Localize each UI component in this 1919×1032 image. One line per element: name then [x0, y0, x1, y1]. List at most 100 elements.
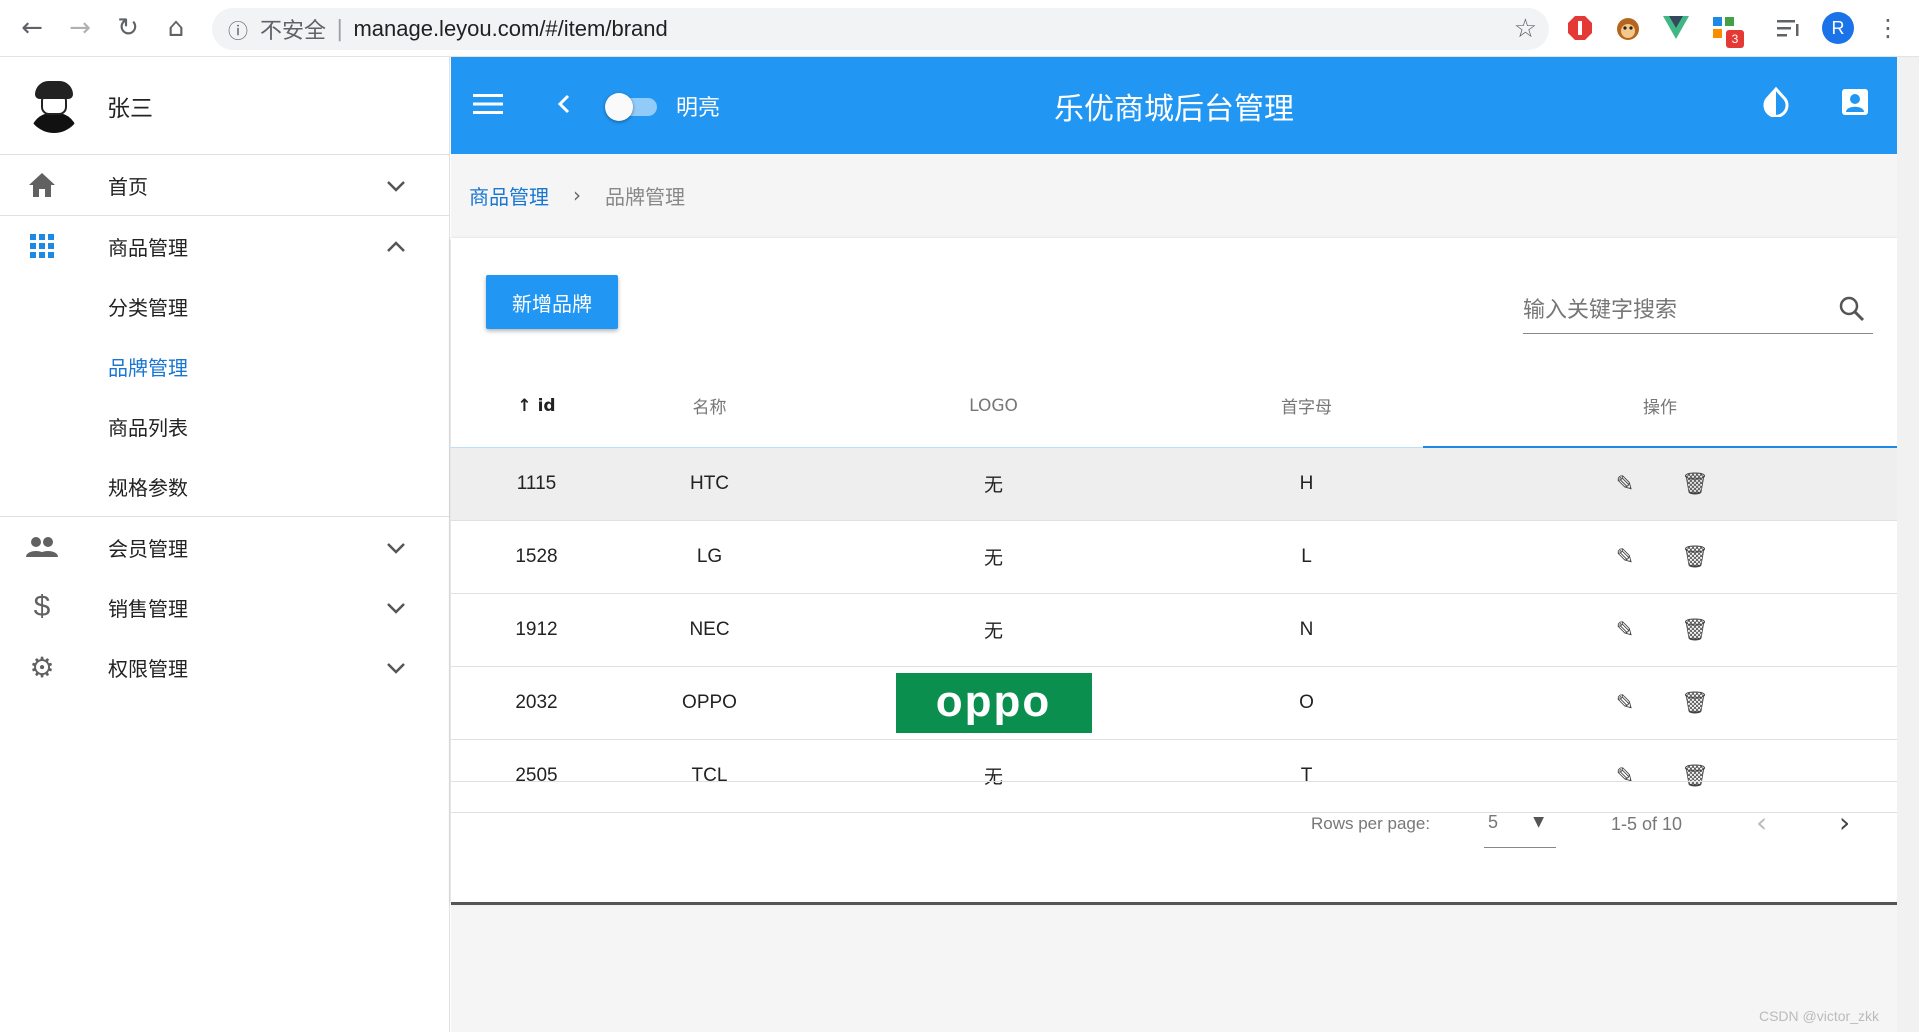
- brand-table: ↑ id 名称 LOGO 首字母 操作 1115 HTC 无 H ✎ 🗑 152…: [451, 365, 1897, 813]
- cell-letter: H: [1299, 472, 1314, 494]
- gear-icon: ⚙: [29, 650, 55, 684]
- cell-id: 1528: [515, 545, 558, 567]
- user-name: 张三: [107, 95, 153, 122]
- oppo-logo-image: oppo: [895, 672, 1092, 733]
- more-menu-icon[interactable]: ⋮: [1872, 12, 1904, 44]
- column-header-id[interactable]: ↑ id: [451, 365, 622, 448]
- add-brand-button[interactable]: 新增品牌: [486, 275, 618, 329]
- sidebar-item-sales[interactable]: $ 销售管理: [0, 577, 449, 637]
- breadcrumb-parent-link[interactable]: 商品管理: [469, 181, 549, 210]
- hamburger-menu-icon[interactable]: [473, 88, 503, 123]
- monkey-extension-icon[interactable]: [1612, 12, 1644, 44]
- card-bottom-border: [451, 902, 1897, 905]
- sidebar-subitem-spec-params[interactable]: 规格参数: [0, 456, 449, 516]
- app-bar: 明亮 乐优商城后台管理: [451, 57, 1897, 154]
- bookmark-star-icon[interactable]: ☆: [1514, 14, 1537, 44]
- chevron-up-icon[interactable]: [371, 234, 421, 258]
- cell-logo: 无: [983, 547, 1003, 569]
- scrollbar[interactable]: [1897, 57, 1919, 1032]
- next-page-icon[interactable]: ›: [1839, 806, 1850, 839]
- delete-trash-icon[interactable]: 🗑: [1660, 617, 1730, 643]
- delete-trash-icon[interactable]: 🗑: [1660, 544, 1730, 570]
- extension-badge: 3: [1726, 30, 1744, 48]
- profile-avatar[interactable]: R: [1822, 12, 1854, 44]
- brand-table-card: 新增品牌 ↑ id 名称 LOGO 首字母 操作: [451, 238, 1897, 905]
- column-header-logo[interactable]: LOGO: [797, 365, 1190, 448]
- rows-per-page-select[interactable]: 5 ▼: [1484, 802, 1556, 848]
- watermark-text: CSDN @victor_zkk: [1758, 1008, 1879, 1024]
- adblock-extension-icon[interactable]: [1564, 12, 1596, 44]
- edit-pencil-icon[interactable]: ✎: [1590, 617, 1660, 643]
- breadcrumb-current: 品牌管理: [605, 184, 685, 209]
- sidebar-item-label: 销售管理: [108, 596, 188, 621]
- breadcrumb: 商品管理 › 品牌管理: [451, 154, 1897, 236]
- theme-toggle[interactable]: [605, 93, 657, 121]
- edit-pencil-icon[interactable]: ✎: [1590, 471, 1660, 497]
- chevron-down-icon[interactable]: [371, 173, 421, 197]
- sidebar-item-permissions[interactable]: ⚙ 权限管理: [0, 637, 449, 697]
- cell-actions: ✎ 🗑: [1423, 593, 1897, 666]
- search-field: [1523, 290, 1873, 334]
- home-icon: [0, 171, 84, 199]
- table-row: 1528 LG 无 L ✎ 🗑: [451, 520, 1897, 593]
- cell-letter: L: [1301, 545, 1312, 567]
- edit-pencil-icon[interactable]: ✎: [1590, 690, 1660, 716]
- rows-per-page-value: 5: [1488, 812, 1499, 832]
- account-box-icon[interactable]: [1841, 88, 1869, 123]
- url-text[interactable]: manage.leyou.com/#/item/brand: [353, 16, 667, 42]
- cell-name: OPPO: [682, 691, 737, 713]
- chevron-down-icon[interactable]: [371, 535, 421, 559]
- cell-actions: ✎ 🗑: [1423, 520, 1897, 593]
- table-header-row: ↑ id 名称 LOGO 首字母 操作: [451, 365, 1897, 448]
- chevron-down-icon[interactable]: [371, 595, 421, 619]
- sidebar-subitem-brand[interactable]: 品牌管理: [0, 336, 449, 396]
- chevron-down-icon[interactable]: [371, 655, 421, 679]
- search-icon[interactable]: [1839, 296, 1865, 329]
- cell-name: NEC: [689, 618, 730, 640]
- cell-name: LG: [696, 545, 723, 567]
- cell-id: 1115: [516, 472, 557, 494]
- reading-list-icon[interactable]: [1772, 12, 1804, 44]
- cell-id: 2032: [515, 691, 558, 713]
- column-header-label: id: [537, 395, 556, 416]
- delete-trash-icon[interactable]: 🗑: [1660, 690, 1730, 716]
- sidebar-item-products[interactable]: 商品管理: [0, 216, 449, 276]
- apps-extension-icon[interactable]: 3: [1708, 12, 1744, 48]
- info-icon[interactable]: ⓘ: [216, 15, 260, 44]
- sidebar-item-label: 会员管理: [108, 536, 188, 561]
- apps-grid-icon: [0, 234, 84, 258]
- search-input[interactable]: [1523, 290, 1823, 330]
- cell-letter: O: [1299, 691, 1314, 713]
- vue-devtools-icon[interactable]: [1660, 12, 1692, 44]
- forward-arrow-icon[interactable]: →: [56, 4, 104, 52]
- sidebar-subitem-category[interactable]: 分类管理: [0, 276, 449, 336]
- app-title: 乐优商城后台管理: [1054, 91, 1294, 127]
- avatar: [27, 78, 81, 133]
- dollar-icon: $: [33, 590, 51, 623]
- reload-icon[interactable]: ↻: [104, 4, 152, 52]
- sidebar-subitem-product-list[interactable]: 商品列表: [0, 396, 449, 456]
- cell-logo: 无: [983, 474, 1003, 496]
- prev-page-icon[interactable]: ‹: [1756, 806, 1767, 839]
- sidebar-item-members[interactable]: 会员管理: [0, 517, 449, 577]
- column-header-letter[interactable]: 首字母: [1190, 365, 1423, 448]
- user-panel: 张三: [0, 57, 449, 155]
- main-content: 商品管理 › 品牌管理 新增品牌 ↑ id 名称 L: [451, 154, 1897, 1032]
- sidebar-item-label: 权限管理: [108, 656, 188, 681]
- table-footer: Rows per page: 5 ▼ 1-5 of 10 ‹ ›: [451, 781, 1897, 867]
- column-header-actions[interactable]: 操作: [1423, 365, 1897, 448]
- edit-pencil-icon[interactable]: ✎: [1590, 544, 1660, 570]
- column-header-name[interactable]: 名称: [622, 365, 797, 448]
- address-bar[interactable]: ⓘ 不安全 | manage.leyou.com/#/item/brand ☆: [212, 8, 1549, 50]
- cell-logo: oppo: [797, 666, 1190, 739]
- invert-colors-icon[interactable]: [1763, 86, 1789, 124]
- cell-letter: N: [1299, 618, 1314, 640]
- chevron-left-icon[interactable]: [557, 89, 571, 122]
- delete-trash-icon[interactable]: 🗑: [1660, 471, 1730, 497]
- cell-name: HTC: [689, 472, 730, 494]
- home-browser-icon[interactable]: ⌂: [152, 4, 200, 52]
- sidebar-item-home[interactable]: 首页: [0, 155, 449, 215]
- back-arrow-icon[interactable]: ←: [8, 4, 56, 52]
- people-icon: [0, 536, 84, 558]
- rows-per-page-label: Rows per page:: [1311, 814, 1431, 833]
